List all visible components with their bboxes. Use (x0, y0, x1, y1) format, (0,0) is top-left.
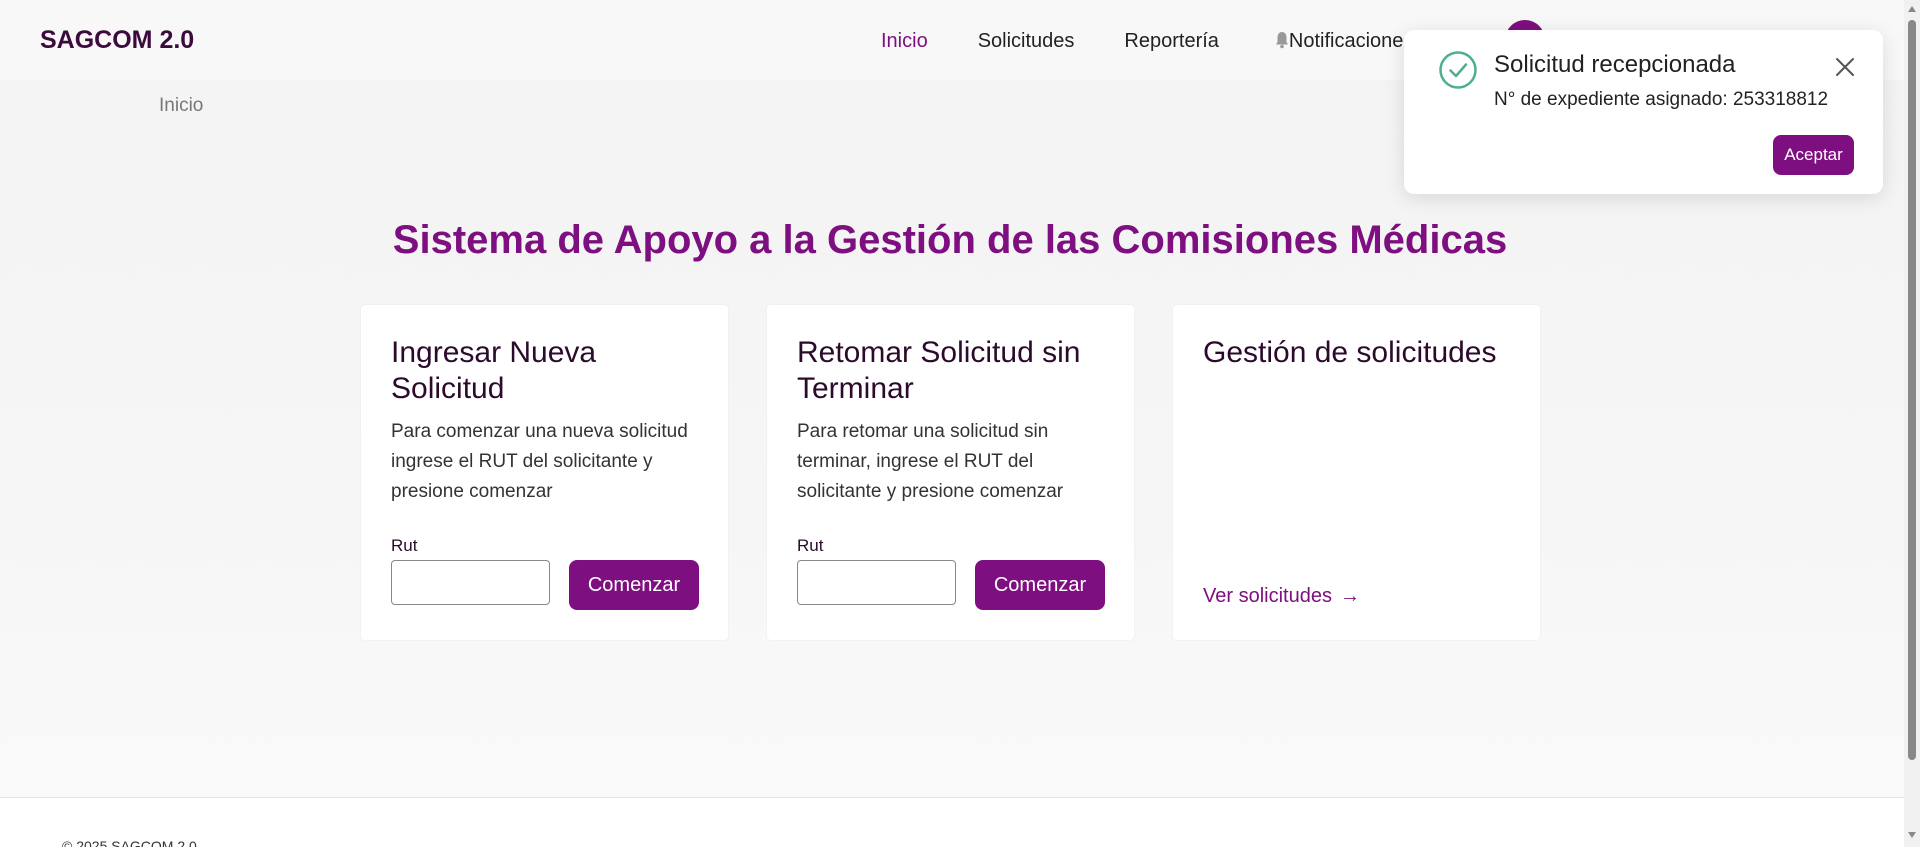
nav-notificaciones-label: Notificaciones (1288, 30, 1414, 52)
start-button[interactable]: Comenzar (975, 560, 1105, 610)
breadcrumb[interactable]: Inicio (159, 95, 203, 117)
card-new-request: Ingresar Nueva Solicitud Para comenzar u… (361, 305, 728, 640)
card-title: Retomar Solicitud sin Terminar (797, 336, 1081, 405)
card-resume-request: Retomar Solicitud sin Terminar Para reto… (767, 305, 1134, 640)
nav-inicio[interactable]: Inicio (881, 30, 928, 53)
success-toast: Solicitud recepcionada N° de expediente … (1404, 30, 1883, 194)
start-button[interactable]: Comenzar (569, 560, 699, 610)
card-description: Para retomar una solicitud sin terminar,… (797, 421, 1064, 502)
nav-notificaciones[interactable]: Notificaciones (1275, 30, 1414, 53)
toast-message: N° de expediente asignado: 253318812 (1494, 89, 1829, 110)
rut-label: Rut (391, 536, 418, 555)
footer-copyright: © 2025 SAGCOM 2.0 (62, 838, 197, 847)
rut-input[interactable] (391, 560, 550, 605)
rut-input[interactable] (797, 560, 956, 605)
nav-reporteria[interactable]: Reportería (1124, 30, 1219, 53)
card-manage-requests: Gestión de solicitudes Ver solicitudes → (1173, 305, 1540, 640)
close-icon[interactable] (1834, 56, 1856, 78)
card-description: Para comenzar una nueva solicitud ingres… (391, 421, 688, 502)
accept-button[interactable]: Aceptar (1773, 135, 1854, 175)
check-circle-icon (1439, 51, 1477, 89)
app-logo[interactable]: SAGCOM 2.0 (40, 26, 194, 55)
view-requests-link[interactable]: Ver solicitudes → (1203, 585, 1360, 608)
arrow-right-icon: → (1339, 585, 1360, 607)
page-title: Sistema de Apoyo a la Gestión de las Com… (392, 218, 1508, 262)
toast-title: Solicitud recepcionada (1494, 51, 1736, 78)
scroll-up-arrow-icon[interactable] (1908, 6, 1916, 12)
vertical-scrollbar[interactable] (1904, 0, 1920, 847)
scrollbar-thumb[interactable] (1908, 20, 1916, 760)
rut-label: Rut (797, 536, 824, 555)
main-nav: Inicio Solicitudes Reportería Notificaci… (881, 30, 1413, 53)
scroll-down-arrow-icon[interactable] (1908, 832, 1916, 838)
card-title: Ingresar Nueva Solicitud (391, 336, 597, 405)
nav-solicitudes[interactable]: Solicitudes (978, 30, 1075, 53)
card-title: Gestión de solicitudes (1203, 336, 1497, 369)
bell-icon (1275, 32, 1288, 49)
page-footer: © 2025 SAGCOM 2.0 (0, 798, 1904, 847)
view-requests-label: Ver solicitudes (1203, 585, 1332, 607)
